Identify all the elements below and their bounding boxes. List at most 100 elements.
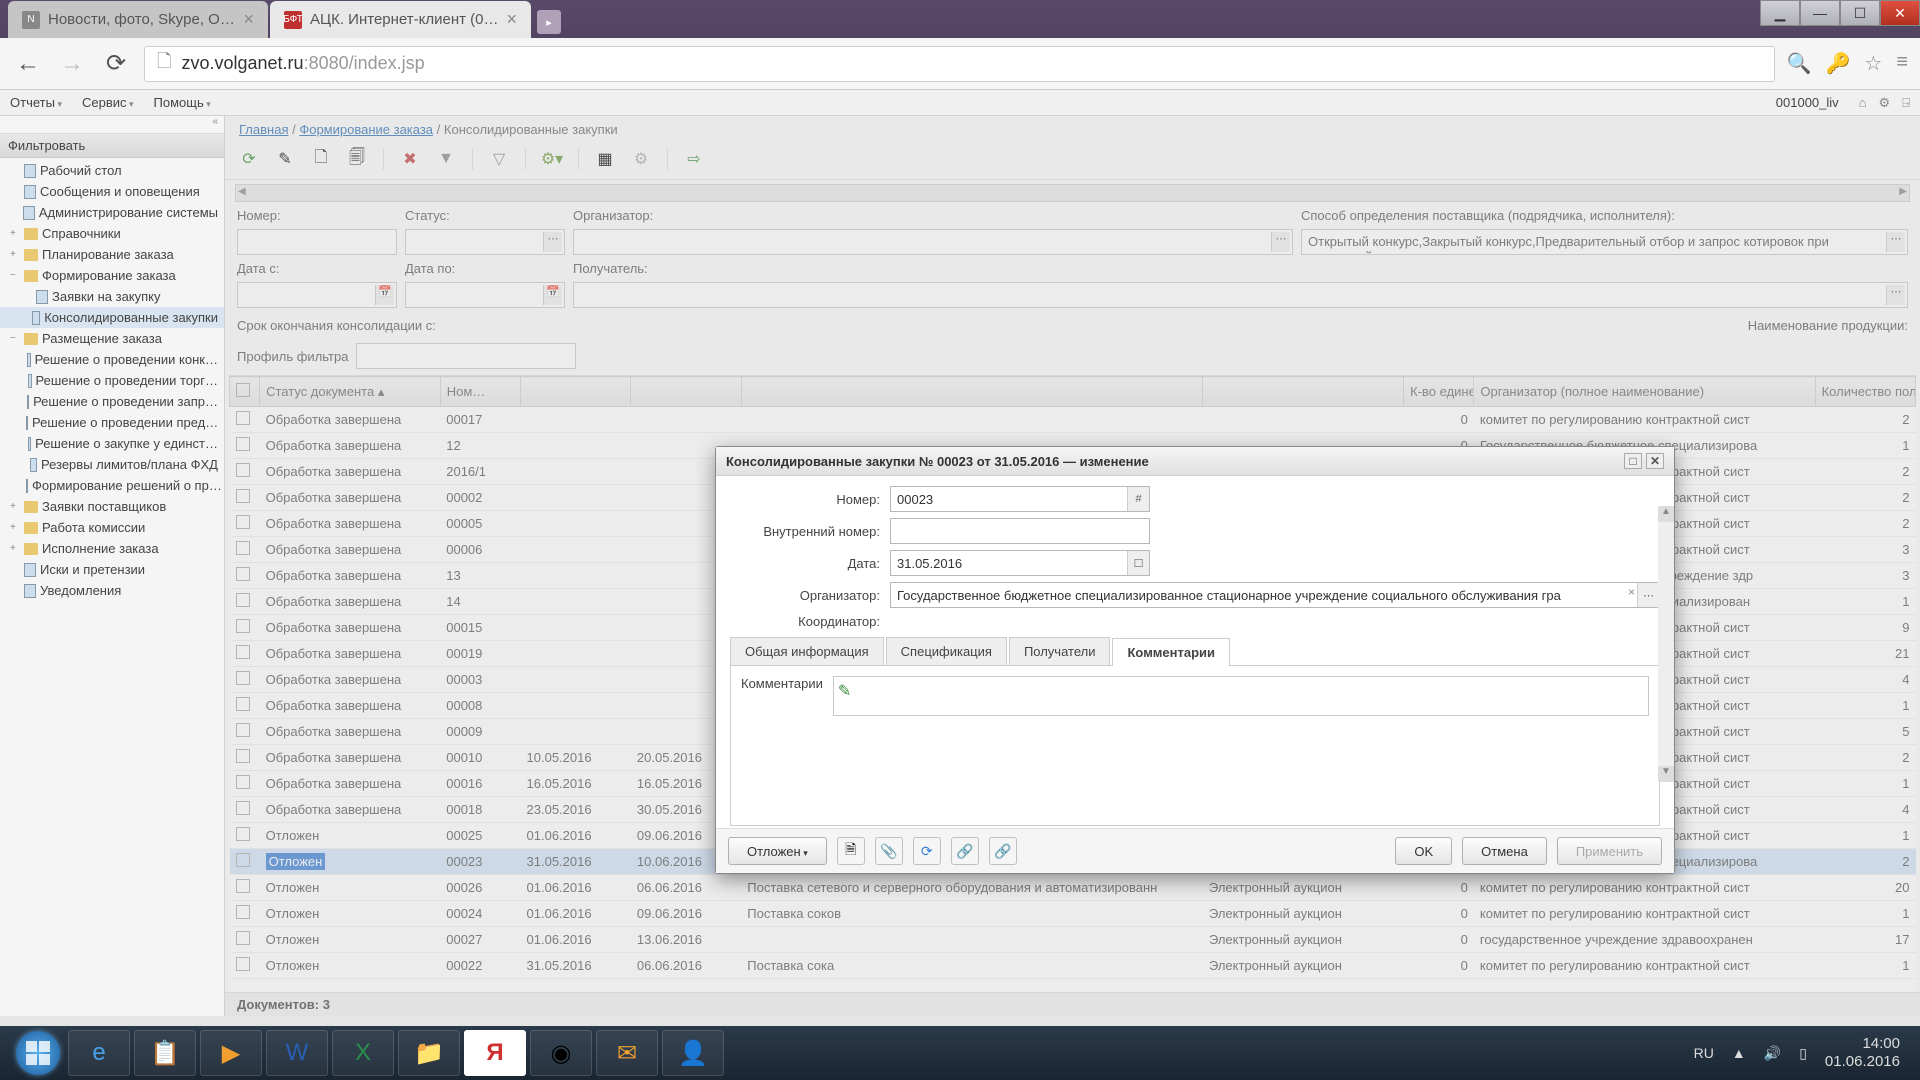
favicon-icon: БФТ (284, 11, 302, 29)
url-input[interactable]: 🗋 zvo.volganet.ru:8080/index.jsp (144, 46, 1775, 82)
menu-service[interactable]: Сервис (82, 95, 134, 110)
user-label: 001000_liv (1776, 95, 1839, 110)
tabs-bar: N Новости, фото, Skype, O… × БФТ АЦК. Ин… (0, 0, 1920, 38)
tree-item[interactable]: −Формирование заказа (0, 265, 224, 286)
label-coordinator: Координатор: (730, 614, 890, 629)
tree-item[interactable]: +Исполнение заказа (0, 538, 224, 559)
print-icon[interactable]: 🗎 (837, 837, 865, 865)
modal-organizer-input[interactable]: Государственное бюджетное специализирова… (890, 582, 1660, 608)
tree-item[interactable]: Сообщения и оповещения (0, 181, 224, 202)
tree-item[interactable]: +Планирование заказа (0, 244, 224, 265)
battery-icon[interactable]: ▯ (1799, 1045, 1807, 1062)
sidebar-collapse-button[interactable]: « (0, 116, 224, 134)
ok-button[interactable]: OK (1395, 837, 1452, 865)
start-button[interactable] (8, 1029, 68, 1077)
address-bar: ← → ⟳ 🗋 zvo.volganet.ru:8080/index.jsp 🔍… (0, 38, 1920, 90)
tree-item[interactable]: Администрирование системы (0, 202, 224, 223)
tree-item[interactable]: +Заявки поставщиков (0, 496, 224, 517)
key-icon[interactable]: 🔑 (1825, 51, 1850, 76)
gen-number-icon[interactable]: # (1127, 487, 1149, 511)
taskbar-excel-icon[interactable]: X (332, 1030, 394, 1076)
menu-icon[interactable]: ≡ (1896, 51, 1908, 76)
close-tab-icon[interactable]: × (506, 9, 517, 30)
tray-up-icon[interactable]: ▲ (1732, 1045, 1746, 1061)
volume-icon[interactable]: 🔊 (1764, 1045, 1781, 1062)
modal-title-bar[interactable]: Консолидированные закупки № 00023 от 31.… (716, 447, 1674, 476)
taskbar-media-icon[interactable]: ▶ (200, 1030, 262, 1076)
url-host: zvo.volganet.ru (181, 53, 303, 74)
lookup-icon[interactable]: ⋯ (1637, 583, 1659, 607)
calendar-icon[interactable]: ☐ (1127, 551, 1149, 575)
star-icon[interactable]: ☆ (1864, 51, 1882, 76)
tab-general[interactable]: Общая информация (730, 637, 884, 665)
taskbar-word-icon[interactable]: W (266, 1030, 328, 1076)
logout-icon[interactable]: ⍈ (1902, 95, 1910, 111)
settings-icon[interactable]: ⚙ (1879, 95, 1891, 111)
clock[interactable]: 14:00 01.06.2016 (1825, 1035, 1900, 1071)
clear-icon[interactable]: × (1628, 585, 1635, 599)
modal-number-input[interactable]: 00023# (890, 486, 1150, 512)
min-button[interactable]: — (1800, 0, 1840, 26)
status-dropdown-button[interactable]: Отложен (728, 837, 827, 865)
taskbar-explorer-icon[interactable]: 📁 (398, 1030, 460, 1076)
max-button[interactable]: ☐ (1840, 0, 1880, 26)
tree-item[interactable]: Консолидированные закупки (0, 307, 224, 328)
taskbar-app2-icon[interactable]: 👤 (662, 1030, 724, 1076)
modal-maximize-icon[interactable]: □ (1624, 453, 1642, 469)
label-number: Номер: (730, 492, 890, 507)
apply-button[interactable]: Применить (1557, 837, 1662, 865)
tree-item[interactable]: +Справочники (0, 223, 224, 244)
window-controls: ▁ — ☐ ✕ (1760, 0, 1920, 26)
cancel-button[interactable]: Отмена (1462, 837, 1547, 865)
system-tray: RU ▲ 🔊 ▯ 14:00 01.06.2016 (1694, 1035, 1912, 1071)
tab-recipients[interactable]: Получатели (1009, 637, 1111, 665)
tree-item[interactable]: −Размещение заказа (0, 328, 224, 349)
minimize-app-icon[interactable]: ▁ (1760, 0, 1800, 26)
content: Главная / Формирование заказа / Консолид… (225, 116, 1920, 1016)
taskbar-yandex-icon[interactable]: Я (464, 1030, 526, 1076)
modal-close-icon[interactable]: ✕ (1646, 453, 1664, 469)
chain-icon[interactable]: 🔗 (989, 837, 1017, 865)
menu-help[interactable]: Помощь (154, 95, 211, 110)
browser-tab-2[interactable]: БФТ АЦК. Интернет-клиент (0… × (270, 1, 531, 38)
tab-spec[interactable]: Спецификация (886, 637, 1007, 665)
tree-item[interactable]: Решение о закупке у единст… (0, 433, 224, 454)
taskbar-ie-icon[interactable]: e (68, 1030, 130, 1076)
browser-tab-1[interactable]: N Новости, фото, Skype, O… × (8, 1, 268, 38)
reload-button[interactable]: ⟳ (100, 48, 132, 80)
forward-button[interactable]: → (56, 48, 88, 80)
back-button[interactable]: ← (12, 48, 44, 80)
attach-icon[interactable]: 📎 (875, 837, 903, 865)
tree-item[interactable]: Уведомления (0, 580, 224, 601)
modal-date-input[interactable]: 31.05.2016☐ (890, 550, 1150, 576)
modal-scrollbar[interactable]: ▲▼ (1658, 506, 1674, 782)
tab-comments[interactable]: Комментарии (1112, 638, 1230, 666)
refresh-icon[interactable]: ⟳ (913, 837, 941, 865)
close-tab-icon[interactable]: × (243, 9, 254, 30)
lang-indicator[interactable]: RU (1694, 1045, 1714, 1061)
nav-tree: Рабочий столСообщения и оповещенияАдмини… (0, 158, 224, 603)
link-icon[interactable]: 🔗 (951, 837, 979, 865)
tree-item[interactable]: Иски и претензии (0, 559, 224, 580)
taskbar-chrome-icon[interactable]: ◉ (530, 1030, 592, 1076)
tree-item[interactable]: Решение о проведении пред… (0, 412, 224, 433)
tree-item[interactable]: Формирование решений о пр… (0, 475, 224, 496)
tree-item[interactable]: Заявки на закупку (0, 286, 224, 307)
tree-item[interactable]: Рабочий стол (0, 160, 224, 181)
close-window-button[interactable]: ✕ (1880, 0, 1920, 26)
menu-reports[interactable]: Отчеты (10, 95, 62, 110)
sidebar-filter-header[interactable]: Фильтровать (0, 134, 224, 158)
search-icon[interactable]: 🔍 (1787, 51, 1812, 76)
taskbar-outlook-icon[interactable]: ✉ (596, 1030, 658, 1076)
modal-intnum-input[interactable] (890, 518, 1150, 544)
taskbar-app-icon[interactable]: 📋 (134, 1030, 196, 1076)
tree-item[interactable]: Решение о проведении торг… (0, 370, 224, 391)
tree-item[interactable]: +Работа комиссии (0, 517, 224, 538)
tree-item[interactable]: Решение о проведении запр… (0, 391, 224, 412)
new-tab-button[interactable]: ▸ (537, 10, 561, 34)
edit-comment-icon[interactable]: ✎ (838, 681, 851, 701)
tree-item[interactable]: Решение о проведении конк… (0, 349, 224, 370)
tree-item[interactable]: Резервы лимитов/плана ФХД (0, 454, 224, 475)
home-icon[interactable]: ⌂ (1859, 95, 1867, 111)
comments-toolbar: ✎ (833, 676, 1649, 716)
